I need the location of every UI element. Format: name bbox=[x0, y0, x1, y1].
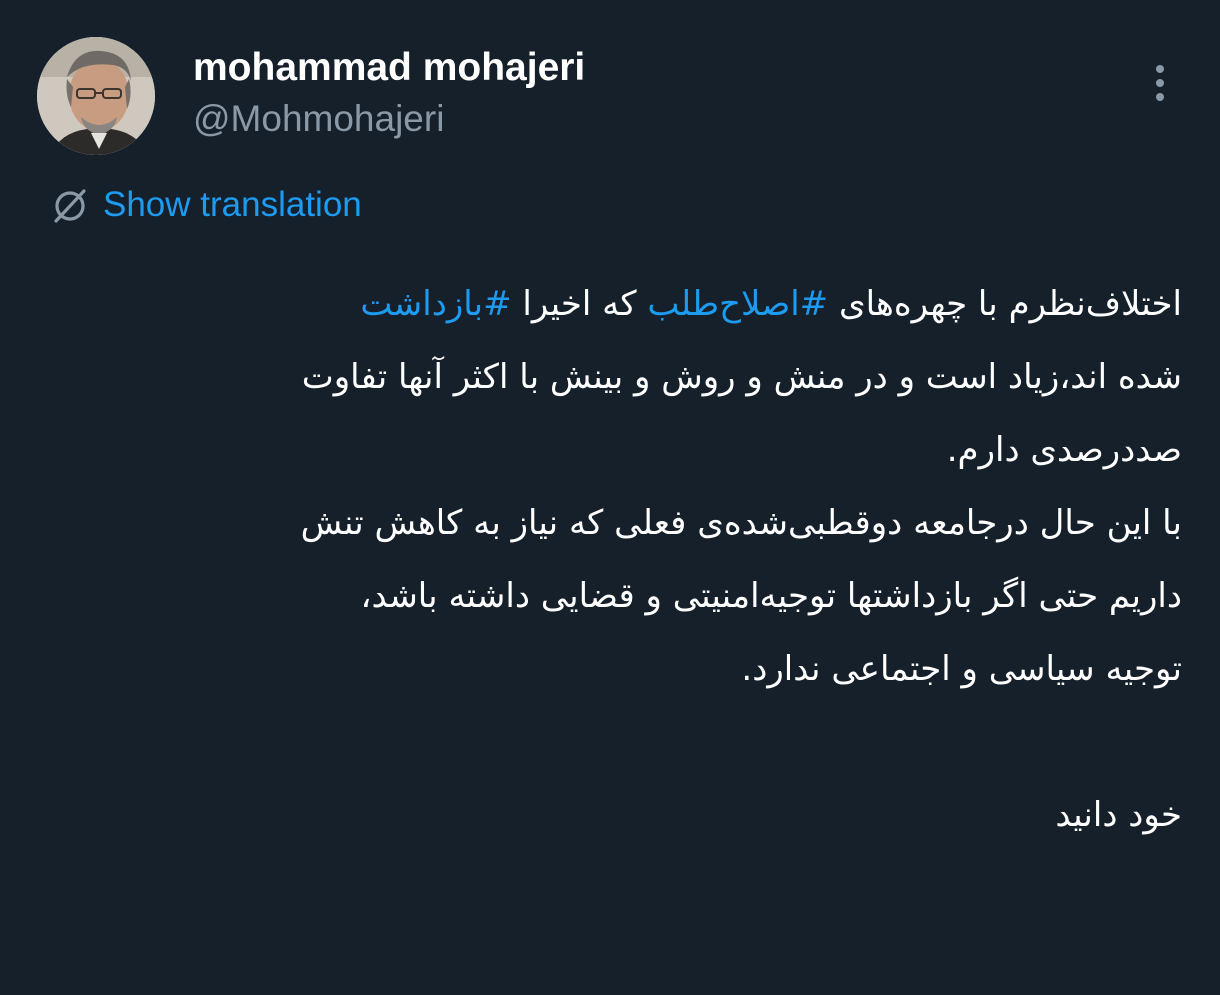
more-vertical-icon-dot bbox=[1156, 79, 1164, 87]
tweet-card: mohammad mohajeri @Mohmohajeri Show tran… bbox=[0, 0, 1220, 995]
tweet-line: اختلاف‌نظرم با چهره‌های #اصلاح‌طلب که اخ… bbox=[60, 268, 1182, 341]
user-handle[interactable]: @Mohmohajeri bbox=[193, 96, 444, 142]
show-translation-label: Show translation bbox=[103, 185, 362, 224]
more-vertical-icon bbox=[1156, 65, 1164, 73]
hashtag-link[interactable]: #اصلاح‌طلب bbox=[647, 284, 828, 324]
avatar[interactable] bbox=[37, 37, 155, 155]
tweet-text-segment: که اخیرا bbox=[511, 284, 648, 324]
avatar-photo-icon bbox=[37, 37, 155, 155]
tweet-line: با این حال درجامعه دوقطبی‌شده‌ی فعلی که … bbox=[300, 503, 1182, 543]
globe-translate-icon bbox=[54, 189, 86, 223]
tweet-line: شده اند،زیاد است و در منش و روش و بینش ب… bbox=[301, 357, 1182, 397]
more-vertical-icon-dot bbox=[1156, 93, 1164, 101]
display-name[interactable]: mohammad mohajeri bbox=[193, 44, 585, 92]
tweet-line: صددرصدی دارم. bbox=[946, 430, 1182, 470]
tweet-text-segment: اختلاف‌نظرم با چهره‌های bbox=[828, 284, 1182, 324]
paragraph-break bbox=[60, 706, 1182, 779]
show-translation-button[interactable]: Show translation bbox=[50, 182, 362, 228]
tweet-line: داریم حتی اگر بازداشتها توجیه‌امنیتی و ق… bbox=[360, 576, 1183, 616]
tweet-text: اختلاف‌نظرم با چهره‌های #اصلاح‌طلب که اخ… bbox=[60, 268, 1182, 852]
hashtag-link[interactable]: #بازداشت bbox=[360, 284, 511, 324]
tweet-line: توجیه سیاسی و اجتماعی ندارد. bbox=[741, 649, 1182, 689]
tweet-line: خود دانید bbox=[1055, 795, 1182, 835]
more-options-button[interactable] bbox=[1140, 58, 1180, 108]
